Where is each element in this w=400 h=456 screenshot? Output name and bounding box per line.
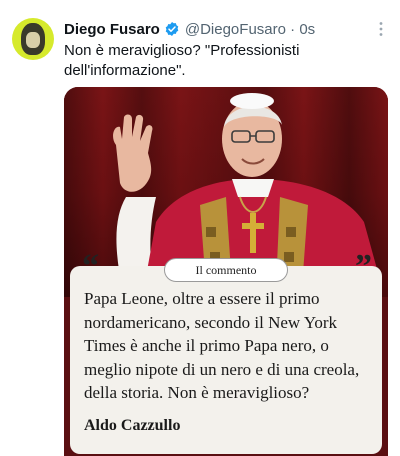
quote-text: Papa Leone, oltre a essere il primo nord… [84,289,360,402]
tweet-media[interactable]: “ ” Il commento Papa Leone, oltre a esse… [64,87,388,456]
tweet[interactable]: Diego Fusaro @DiegoFusaro · 0s Non è mer… [0,0,400,456]
close-quote-mark: ” [355,248,372,285]
more-vertical-icon[interactable] [372,20,390,38]
tweet-text: Non è meraviglioso? "Professionisti dell… [64,42,300,79]
open-quote-mark: “ [82,248,99,285]
avatar-portrait [21,23,45,55]
timestamp[interactable]: 0s [299,21,315,38]
quote-author: Aldo Cazzullo [84,417,181,434]
tweet-header: Diego Fusaro @DiegoFusaro · 0s [64,18,372,40]
verified-badge-icon [164,21,180,37]
separator: · [290,20,296,38]
author-name[interactable]: Diego Fusaro [64,21,160,38]
author-handle[interactable]: @DiegoFusaro [185,21,286,38]
quote-tag: Il commento [164,258,288,282]
avatar[interactable] [12,18,54,60]
